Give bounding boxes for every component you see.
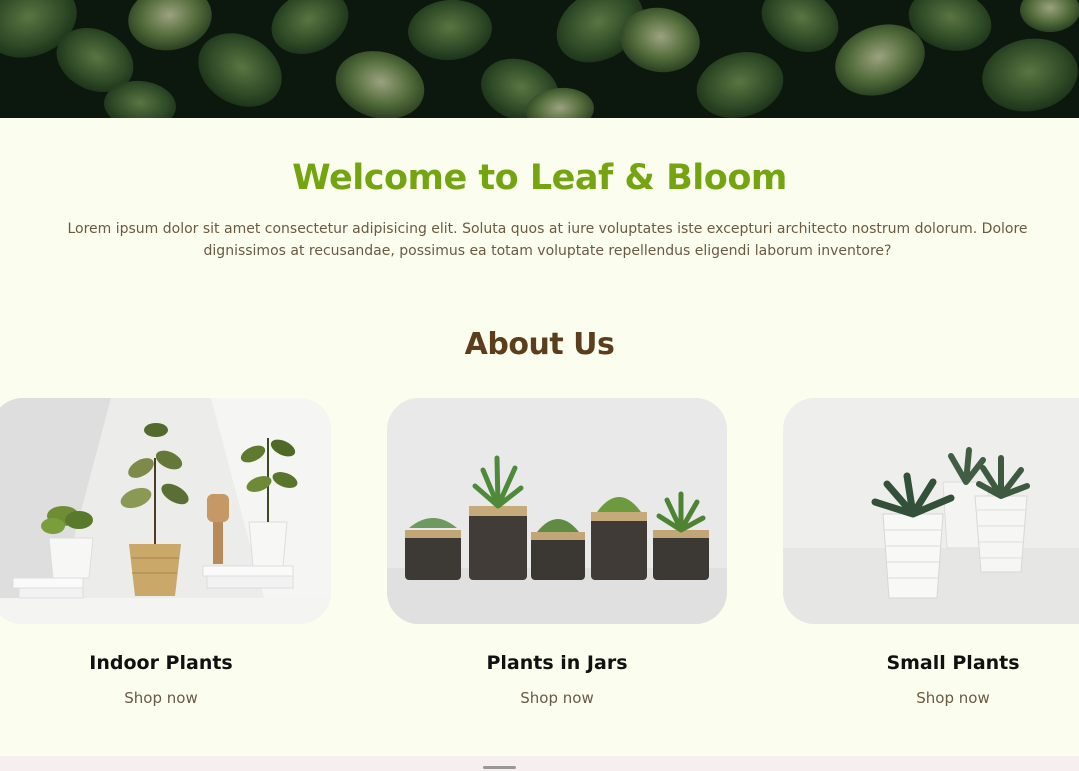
card-small-plants: Small Plants Shop now — [783, 398, 1079, 707]
welcome-text: Lorem ipsum dolor sit amet consectetur a… — [67, 221, 1028, 259]
card-title: Small Plants — [886, 652, 1020, 674]
shop-now-link[interactable]: Shop now — [387, 689, 727, 707]
small-plants-image[interactable] — [783, 398, 1079, 624]
welcome-title: Welcome to Leaf & Bloom — [292, 158, 787, 198]
card-title: Indoor Plants — [89, 652, 233, 674]
scroll-handle[interactable] — [483, 766, 516, 769]
card-plants-in-jars: Plants in Jars Shop now — [387, 398, 727, 707]
card-indoor-plants: Indoor Plants Shop now — [0, 398, 331, 707]
footer-strip — [0, 756, 1079, 771]
plants-in-jars-image[interactable] — [387, 398, 727, 624]
card-title: Plants in Jars — [486, 652, 628, 674]
about-title: About Us — [464, 327, 615, 362]
shop-now-link[interactable]: Shop now — [783, 689, 1079, 707]
page: Welcome to Leaf & Bloom Lorem ipsum dolo… — [0, 0, 1079, 771]
indoor-plants-image[interactable] — [0, 398, 331, 624]
shop-now-link[interactable]: Shop now — [0, 689, 331, 707]
hero-foliage-image — [0, 0, 1079, 118]
